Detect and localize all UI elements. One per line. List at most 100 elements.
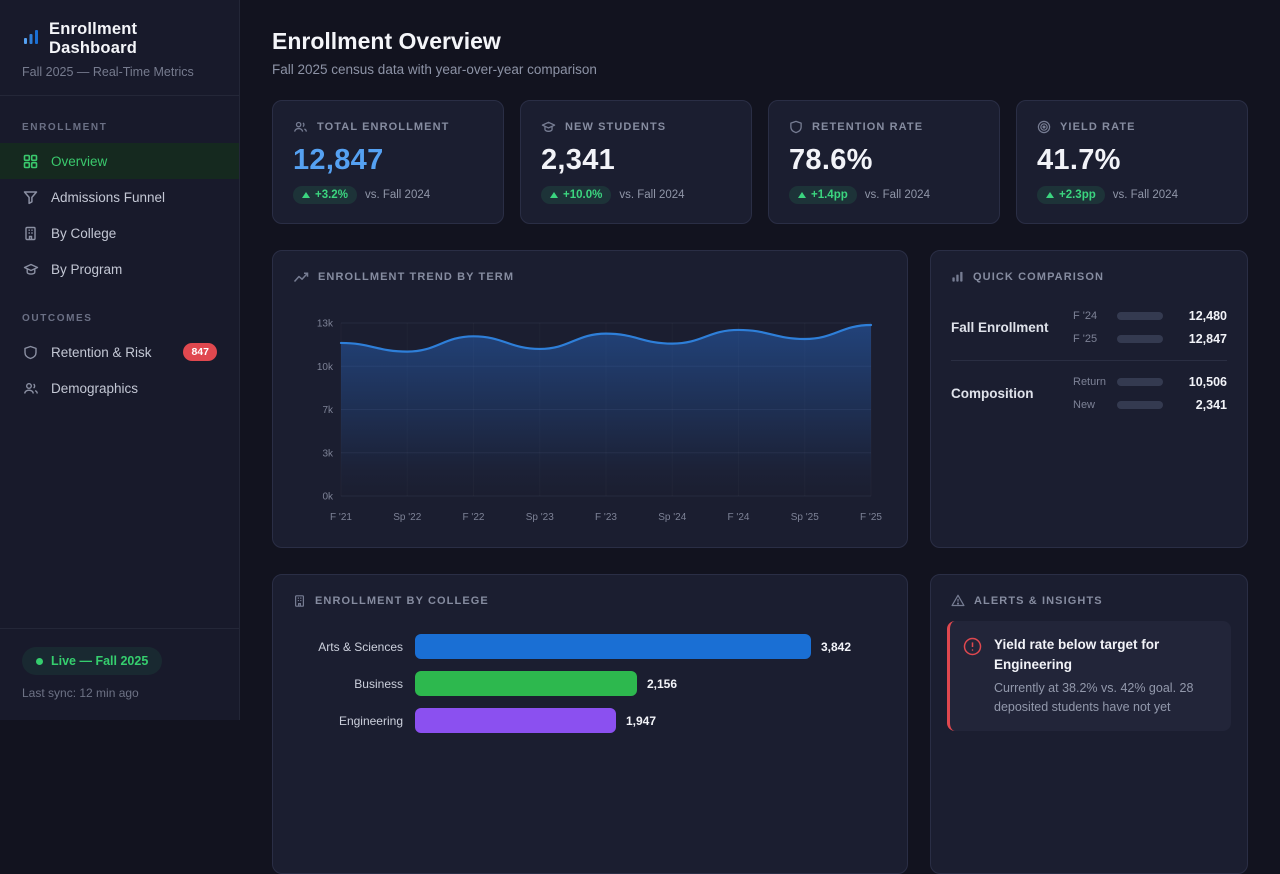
up-arrow-icon: [550, 192, 558, 198]
qc-group-fall-enrollment: Fall Enrollment F '24 12,480 F '25 12,84…: [931, 309, 1247, 346]
grid-icon: [22, 153, 39, 170]
users-icon: [293, 120, 308, 134]
svg-text:7k: 7k: [322, 405, 334, 416]
qc-group-label: Composition: [951, 386, 1073, 401]
college-chart-title: ENROLLMENT BY COLLEGE: [315, 595, 489, 607]
kpi-card-retention-rate: RETENTION RATE 78.6% +1.4pp vs. Fall 202…: [768, 100, 1000, 224]
qc-row: F '24 12,480: [1073, 309, 1227, 323]
sidebar-item-label: Demographics: [51, 381, 138, 396]
kpi-card-yield-rate: YIELD RATE 41.7% +2.3pp vs. Fall 2024: [1016, 100, 1248, 224]
divider: [951, 360, 1227, 361]
trending-up-icon: [293, 270, 309, 284]
sidebar-item-admissions-funnel[interactable]: Admissions Funnel: [0, 179, 239, 215]
app-title: Enrollment Dashboard: [49, 20, 217, 58]
kpi-compare-text: vs. Fall 2024: [865, 189, 930, 201]
last-sync-text: Last sync: 12 min ago: [22, 686, 217, 700]
qc-bar: [1117, 335, 1163, 343]
college-label: Business: [293, 677, 415, 691]
college-bar: [415, 708, 616, 733]
svg-text:0k: 0k: [322, 492, 334, 503]
warning-triangle-icon: [951, 594, 965, 607]
qc-value: 12,480: [1173, 309, 1227, 323]
up-arrow-icon: [798, 192, 806, 198]
college-bar-row: Engineering1,947: [273, 708, 907, 733]
college-bar-chart: Arts & Sciences3,842 Business 2,156 Enginee…: [273, 634, 907, 733]
alert-title: Yield rate below target for Engineering: [994, 635, 1217, 674]
trend-chart-title: ENROLLMENT TREND BY TERM: [318, 271, 514, 283]
college-bar-row: Arts & Sciences3,842: [273, 634, 907, 659]
sidebar-item-demographics[interactable]: Demographics: [0, 370, 239, 406]
qc-row-label: F '24: [1073, 310, 1117, 322]
up-arrow-icon: [302, 192, 310, 198]
sidebar-item-label: Retention & Risk: [51, 345, 152, 360]
up-arrow-icon: [1046, 192, 1054, 198]
svg-text:F '21: F '21: [330, 512, 352, 523]
sidebar-item-label: By Program: [51, 262, 122, 277]
section-label-enrollment: ENROLLMENT: [0, 122, 239, 133]
kpi-label: YIELD RATE: [1060, 121, 1136, 133]
sidebar: Enrollment Dashboard Fall 2025 — Real-Ti…: [0, 0, 240, 720]
qc-row-label: New: [1073, 399, 1117, 411]
qc-row-label: F '25: [1073, 333, 1117, 345]
college-label: Engineering: [293, 714, 415, 728]
kpi-label: NEW STUDENTS: [565, 121, 666, 133]
page-subtitle: Fall 2025 census data with year-over-yea…: [272, 62, 597, 77]
qc-value: 2,341: [1173, 398, 1227, 412]
qc-value: 12,847: [1173, 332, 1227, 346]
qc-group-label: Fall Enrollment: [951, 320, 1073, 335]
building-icon: [22, 225, 39, 242]
main-content: Enrollment Overview Fall 2025 census dat…: [240, 0, 1280, 720]
shield-icon: [22, 344, 39, 361]
app-subtitle: Fall 2025 — Real-Time Metrics: [22, 65, 217, 79]
alert-exclamation-icon: [963, 637, 982, 717]
college-bar-row: Business 2,156: [273, 671, 907, 696]
bar-chart-icon: [951, 270, 964, 283]
svg-text:Sp '25: Sp '25: [791, 512, 819, 523]
quick-comparison-title: QUICK COMPARISON: [973, 271, 1104, 283]
kpi-delta-badge: +2.3pp: [1037, 186, 1105, 204]
alert-body: Currently at 38.2% vs. 42% goal. 28 depo…: [994, 679, 1217, 717]
qc-bar: [1117, 312, 1163, 320]
college-value: 2,156: [647, 677, 677, 691]
qc-group-composition: Composition Return 10,506 New 2,341: [931, 375, 1247, 412]
kpi-value: 78.6%: [769, 134, 999, 177]
college-bar: [415, 634, 811, 659]
svg-text:10k: 10k: [317, 362, 334, 373]
sidebar-item-by-college[interactable]: By College: [0, 215, 239, 251]
trend-chart-card: ENROLLMENT TREND BY TERM 0k3k7k10k13kF '…: [272, 250, 908, 548]
qc-row-label: Return: [1073, 376, 1117, 388]
kpi-label: TOTAL ENROLLMENT: [317, 121, 449, 133]
sidebar-item-retention-risk[interactable]: Retention & Risk 847: [0, 334, 239, 370]
alerts-card: ALERTS & INSIGHTS Yield rate below targe…: [930, 574, 1248, 874]
college-chart-card: ENROLLMENT BY COLLEGE Arts & Sciences3,8…: [272, 574, 908, 874]
kpi-value: 12,847: [273, 134, 503, 177]
target-icon: [1037, 120, 1051, 134]
svg-text:F '22: F '22: [463, 512, 485, 523]
risk-count-badge: 847: [183, 343, 217, 361]
qc-row: Return 10,506: [1073, 375, 1227, 389]
kpi-compare-text: vs. Fall 2024: [365, 189, 430, 201]
sidebar-item-overview[interactable]: Overview: [0, 143, 239, 179]
building-icon: [293, 594, 306, 608]
page-title: Enrollment Overview: [272, 28, 501, 55]
sidebar-footer: Live — Fall 2025 Last sync: 12 min ago: [0, 628, 239, 720]
kpi-compare-text: vs. Fall 2024: [1113, 189, 1178, 201]
sidebar-item-label: By College: [51, 226, 116, 241]
alerts-title: ALERTS & INSIGHTS: [974, 595, 1103, 607]
qc-row: F '25 12,847: [1073, 332, 1227, 346]
qc-bar: [1117, 378, 1163, 386]
svg-text:F '24: F '24: [728, 512, 750, 523]
enrollment-trend-chart: 0k3k7k10k13kF '21Sp '22F '22Sp '23F '23S…: [293, 313, 885, 533]
svg-text:F '25: F '25: [860, 512, 882, 523]
kpi-delta-badge: +3.2%: [293, 186, 357, 204]
sidebar-item-label: Overview: [51, 154, 107, 169]
qc-bar: [1117, 401, 1163, 409]
kpi-value: 41.7%: [1017, 134, 1247, 177]
live-status-badge: Live — Fall 2025: [22, 647, 162, 675]
svg-text:13k: 13k: [317, 319, 334, 330]
qc-value: 10,506: [1173, 375, 1227, 389]
qc-row: New 2,341: [1073, 398, 1227, 412]
shield-icon: [789, 120, 803, 134]
sidebar-item-by-program[interactable]: By Program: [0, 251, 239, 287]
college-value: 3,842: [821, 640, 851, 654]
